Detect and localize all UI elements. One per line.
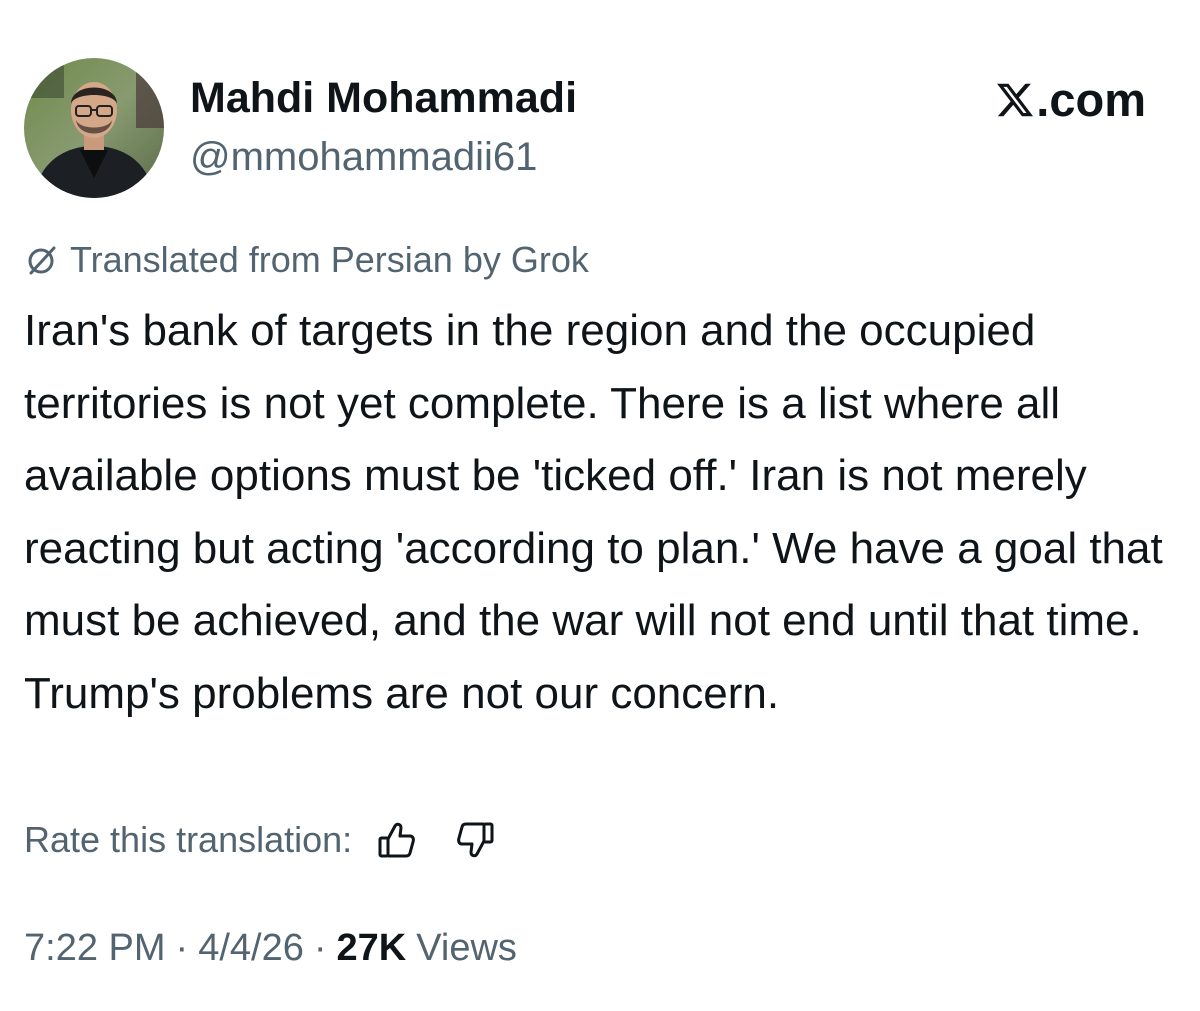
brand-watermark: .com — [995, 70, 1146, 130]
meta-separator: · — [175, 926, 189, 969]
tweet-meta: 7:22 PM · 4/4/26 · 27K Views — [24, 918, 517, 978]
views-label: Views — [416, 926, 517, 969]
author-display-name[interactable]: Mahdi Mohammadi — [190, 72, 577, 124]
avatar-image — [24, 58, 164, 198]
rate-translation-row: Rate this translation: — [24, 812, 498, 868]
translation-label: Translated from Persian by Grok — [70, 239, 589, 280]
views-count[interactable]: 27K — [337, 927, 407, 970]
translation-notice: Translated from Persian by Grok — [24, 234, 589, 286]
tweet-date[interactable]: 4/4/26 — [198, 927, 304, 970]
x-logo-icon — [997, 83, 1034, 117]
grok-icon — [28, 246, 56, 275]
author-handle[interactable]: @mmohammadii61 — [190, 132, 537, 182]
thumbs-up-icon[interactable] — [374, 818, 418, 862]
meta-separator: · — [313, 926, 327, 969]
tweet-text: Iran's bank of targets in the region and… — [24, 306, 1163, 718]
thumbs-down-icon[interactable] — [454, 818, 498, 862]
brand-text: .com — [1036, 73, 1146, 126]
avatar[interactable] — [24, 58, 164, 198]
rate-translation-label: Rate this translation: — [24, 819, 353, 860]
tweet-time[interactable]: 7:22 PM — [24, 927, 166, 970]
